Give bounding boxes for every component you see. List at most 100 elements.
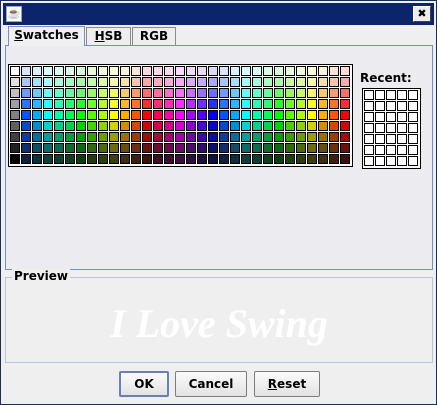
swatch-cell[interactable]	[197, 77, 207, 87]
swatch-cell[interactable]	[87, 110, 97, 120]
swatch-cell[interactable]	[230, 110, 240, 120]
swatch-cell[interactable]	[263, 77, 273, 87]
swatch-cell[interactable]	[197, 121, 207, 131]
swatch-cell[interactable]	[208, 132, 218, 142]
swatch-grid[interactable]	[8, 64, 353, 167]
swatch-cell[interactable]	[54, 110, 64, 120]
swatch-cell[interactable]	[76, 77, 86, 87]
recent-swatch-cell[interactable]	[364, 90, 374, 100]
recent-swatch-cell[interactable]	[364, 101, 374, 111]
swatch-cell[interactable]	[230, 121, 240, 131]
swatch-cell[interactable]	[241, 88, 251, 98]
swatch-cell[interactable]	[219, 66, 229, 76]
swatch-cell[interactable]	[285, 88, 295, 98]
swatch-cell[interactable]	[142, 132, 152, 142]
recent-swatch-cell[interactable]	[408, 134, 418, 144]
swatch-cell[interactable]	[208, 66, 218, 76]
swatch-cell[interactable]	[54, 132, 64, 142]
swatch-cell[interactable]	[54, 88, 64, 98]
swatch-cell[interactable]	[109, 99, 119, 109]
swatch-cell[interactable]	[230, 154, 240, 164]
swatch-cell[interactable]	[54, 154, 64, 164]
swatch-cell[interactable]	[285, 121, 295, 131]
recent-swatch-cell[interactable]	[386, 101, 396, 111]
swatch-cell[interactable]	[340, 121, 350, 131]
swatch-cell[interactable]	[175, 88, 185, 98]
swatch-cell[interactable]	[252, 88, 262, 98]
swatch-cell[interactable]	[109, 121, 119, 131]
swatch-cell[interactable]	[43, 121, 53, 131]
swatch-cell[interactable]	[175, 110, 185, 120]
swatch-cell[interactable]	[21, 99, 31, 109]
recent-swatch-grid[interactable]	[362, 88, 421, 169]
swatch-cell[interactable]	[54, 121, 64, 131]
swatch-cell[interactable]	[153, 88, 163, 98]
swatch-cell[interactable]	[219, 77, 229, 87]
swatch-cell[interactable]	[307, 121, 317, 131]
swatch-cell[interactable]	[296, 132, 306, 142]
swatch-cell[interactable]	[21, 121, 31, 131]
recent-swatch-cell[interactable]	[386, 123, 396, 133]
swatch-cell[interactable]	[296, 121, 306, 131]
swatch-cell[interactable]	[318, 132, 328, 142]
swatch-cell[interactable]	[164, 88, 174, 98]
swatch-cell[interactable]	[87, 99, 97, 109]
swatch-cell[interactable]	[43, 99, 53, 109]
swatch-cell[interactable]	[263, 132, 273, 142]
tab-hsb[interactable]: HSB	[86, 27, 131, 45]
swatch-cell[interactable]	[21, 132, 31, 142]
swatch-cell[interactable]	[87, 88, 97, 98]
swatch-cell[interactable]	[87, 154, 97, 164]
swatch-cell[interactable]	[120, 143, 130, 153]
swatch-cell[interactable]	[230, 132, 240, 142]
swatch-cell[interactable]	[98, 99, 108, 109]
swatch-cell[interactable]	[285, 66, 295, 76]
swatch-cell[interactable]	[32, 154, 42, 164]
tab-rgb[interactable]: RGB	[132, 27, 176, 45]
swatch-cell[interactable]	[252, 132, 262, 142]
swatch-cell[interactable]	[318, 88, 328, 98]
swatch-cell[interactable]	[197, 88, 207, 98]
swatch-cell[interactable]	[131, 110, 141, 120]
swatch-cell[interactable]	[263, 110, 273, 120]
swatch-cell[interactable]	[285, 77, 295, 87]
swatch-cell[interactable]	[142, 154, 152, 164]
swatch-cell[interactable]	[208, 88, 218, 98]
recent-swatch-cell[interactable]	[386, 156, 396, 166]
swatch-cell[interactable]	[307, 154, 317, 164]
swatch-cell[interactable]	[43, 66, 53, 76]
swatch-cell[interactable]	[87, 77, 97, 87]
swatch-cell[interactable]	[109, 154, 119, 164]
recent-swatch-cell[interactable]	[397, 101, 407, 111]
cancel-button[interactable]: Cancel	[175, 371, 247, 397]
swatch-cell[interactable]	[296, 154, 306, 164]
swatch-cell[interactable]	[307, 77, 317, 87]
swatch-cell[interactable]	[54, 143, 64, 153]
swatch-cell[interactable]	[263, 99, 273, 109]
swatch-cell[interactable]	[197, 99, 207, 109]
swatch-cell[interactable]	[175, 132, 185, 142]
swatch-cell[interactable]	[164, 154, 174, 164]
swatch-cell[interactable]	[98, 66, 108, 76]
swatch-cell[interactable]	[285, 143, 295, 153]
swatch-cell[interactable]	[252, 77, 262, 87]
swatch-cell[interactable]	[43, 110, 53, 120]
reset-button[interactable]: Reset	[254, 371, 320, 397]
swatch-cell[interactable]	[340, 110, 350, 120]
swatch-cell[interactable]	[252, 154, 262, 164]
swatch-cell[interactable]	[98, 110, 108, 120]
swatch-cell[interactable]	[65, 88, 75, 98]
swatch-cell[interactable]	[87, 121, 97, 131]
swatch-cell[interactable]	[21, 77, 31, 87]
swatch-cell[interactable]	[197, 110, 207, 120]
swatch-cell[interactable]	[43, 88, 53, 98]
swatch-cell[interactable]	[32, 110, 42, 120]
swatch-cell[interactable]	[263, 88, 273, 98]
swatch-cell[interactable]	[241, 99, 251, 109]
swatch-cell[interactable]	[219, 121, 229, 131]
swatch-cell[interactable]	[219, 154, 229, 164]
swatch-cell[interactable]	[263, 154, 273, 164]
swatch-cell[interactable]	[76, 154, 86, 164]
swatch-cell[interactable]	[98, 143, 108, 153]
swatch-cell[interactable]	[285, 110, 295, 120]
